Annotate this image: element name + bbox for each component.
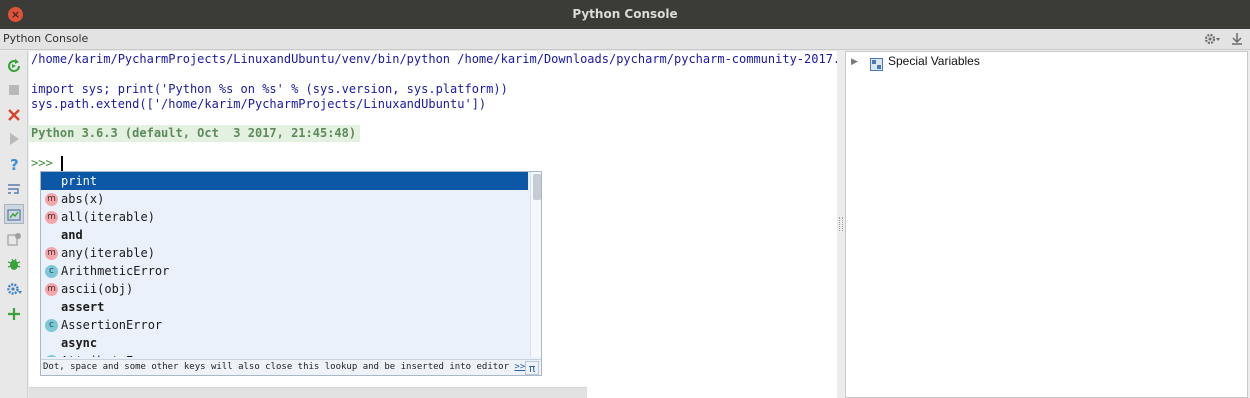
completion-item-label: print — [61, 174, 98, 188]
stop-icon[interactable] — [4, 80, 24, 100]
completion-item[interactable]: async — [41, 334, 528, 352]
completion-item[interactable]: cAttributeError — [41, 352, 528, 357]
text-caret — [61, 156, 63, 171]
completion-item-label: AssertionError — [61, 318, 163, 332]
horizontal-scrollbar[interactable] — [29, 387, 587, 398]
history-icon[interactable] — [4, 229, 24, 249]
completion-hint-text: Dot, space and some other keys will also… — [43, 362, 515, 372]
pi-button[interactable]: π — [525, 361, 539, 375]
completion-item-label: ascii(obj) — [61, 282, 134, 296]
completion-item-label: any(iterable) — [61, 246, 155, 260]
debug-icon[interactable] — [4, 254, 24, 274]
new-console-icon[interactable] — [4, 304, 24, 324]
console-prompt: >>> — [31, 156, 60, 170]
completion-item[interactable]: m ascii(obj) — [41, 280, 528, 298]
console-line: /home/karim/PycharmProjects/LinuxandUbun… — [31, 52, 837, 66]
completion-footer: Dot, space and some other keys will also… — [41, 359, 541, 375]
execute-icon[interactable] — [4, 129, 24, 149]
special-variables-label[interactable]: Special Variables — [888, 54, 980, 68]
help-icon[interactable]: ? — [4, 154, 24, 174]
completion-item-label: abs(x) — [61, 192, 105, 206]
class-icon: c — [45, 319, 58, 332]
toolwindow-title: Python Console — [3, 32, 89, 45]
completion-item-label: assert — [61, 300, 105, 314]
rerun-icon[interactable] — [4, 56, 24, 76]
window-title: Python Console — [572, 7, 678, 21]
console-line: import sys; print('Python %s on %s' % (s… — [31, 82, 508, 96]
completion-item-label: all(iterable) — [61, 210, 155, 224]
expand-arrow-icon[interactable]: ▶ — [851, 57, 858, 67]
special-variables-icon — [870, 56, 883, 71]
method-icon: m — [45, 193, 58, 206]
method-icon: m — [45, 283, 58, 296]
settings-icon[interactable] — [4, 279, 24, 299]
completion-item[interactable]: and — [41, 226, 528, 244]
window-titlebar: × Python Console — [0, 0, 1250, 29]
completion-popup: print m abs(x) m all(iterable) and m any(iterab… — [40, 171, 542, 376]
completion-item-label: AttributeError — [61, 352, 162, 357]
completion-item[interactable]: m all(iterable) — [41, 208, 528, 226]
class-icon: c — [45, 355, 58, 357]
completion-item[interactable]: assert — [41, 298, 528, 316]
completion-more-link[interactable]: >> — [514, 362, 525, 372]
completion-item-label: async — [61, 336, 98, 350]
completion-hint: Dot, space and some other keys will also… — [43, 362, 525, 372]
completion-item[interactable]: m abs(x) — [41, 190, 528, 208]
gear-icon[interactable] — [1203, 31, 1221, 47]
completion-list[interactable]: print m abs(x) m all(iterable) and m any(iterab… — [41, 172, 528, 357]
method-icon: m — [45, 247, 58, 260]
console-toolbar: ? — [0, 51, 28, 398]
completion-item[interactable]: c ArithmeticError — [41, 262, 528, 280]
panel-splitter[interactable] — [837, 51, 845, 398]
hide-icon[interactable] — [1230, 31, 1244, 47]
variables-panel: ▶ Special Variables — [845, 51, 1248, 398]
class-icon: c — [45, 265, 58, 278]
completion-scroll-thumb[interactable] — [533, 174, 541, 200]
close-console-icon[interactable] — [4, 105, 24, 125]
console-line: sys.path.extend(['/home/karim/PycharmPro… — [31, 97, 487, 111]
soft-wrap-icon[interactable] — [4, 179, 24, 199]
python-version-banner: Python 3.6.3 (default, Oct 3 2017, 21:45… — [29, 125, 361, 142]
show-variables-icon[interactable] — [4, 204, 24, 224]
completion-item-label: and — [61, 228, 83, 242]
completion-scrollbar[interactable] — [530, 172, 541, 357]
completion-item[interactable]: c AssertionError — [41, 316, 528, 334]
completion-item[interactable]: print — [41, 172, 528, 190]
completion-item-label: ArithmeticError — [61, 264, 170, 278]
toolwindow-header: Python Console — [0, 29, 1250, 50]
svg-text:?: ? — [10, 156, 19, 172]
method-icon: m — [45, 211, 58, 224]
splitter-grip[interactable] — [839, 217, 843, 231]
completion-item[interactable]: m any(iterable) — [41, 244, 528, 262]
